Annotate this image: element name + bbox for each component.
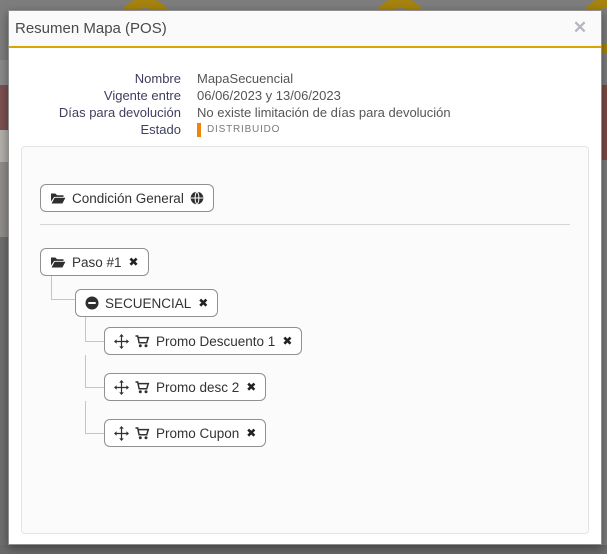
- move-icon[interactable]: [114, 334, 129, 349]
- tree-connector: [85, 341, 104, 342]
- remove-icon[interactable]: ✖: [246, 380, 256, 394]
- node-label: Promo Descuento 1: [156, 334, 275, 349]
- tree-connector: [85, 401, 86, 433]
- close-button[interactable]: ✕: [569, 17, 591, 39]
- move-icon[interactable]: [114, 426, 129, 441]
- remove-icon[interactable]: ✖: [198, 296, 208, 310]
- modal-title: Resumen Mapa (POS): [9, 20, 167, 37]
- detail-label: Estado: [9, 121, 181, 138]
- remove-icon[interactable]: ✖: [282, 334, 292, 348]
- tree-connector: [85, 317, 86, 341]
- remove-icon[interactable]: ✖: [246, 426, 256, 440]
- detail-value: No existe limitación de días para devolu…: [197, 104, 601, 121]
- map-tree-panel: Condición General Paso #1 ✖: [21, 146, 589, 534]
- tree-connector: [85, 355, 86, 387]
- cart-icon: [135, 381, 150, 394]
- cart-icon: [135, 335, 150, 348]
- remove-icon[interactable]: ✖: [129, 255, 139, 269]
- close-icon: ✕: [573, 18, 587, 38]
- move-icon[interactable]: [114, 380, 129, 395]
- status-cell: DISTRIBUIDO: [197, 121, 601, 138]
- node-label: Paso #1: [72, 255, 122, 270]
- node-label: Condición General: [72, 191, 184, 206]
- status-color-bar: [197, 123, 201, 137]
- node-paso-1[interactable]: Paso #1 ✖: [40, 248, 149, 276]
- tree-connector: [85, 387, 104, 388]
- node-promo-cupon[interactable]: Promo Cupon ✖: [104, 419, 266, 447]
- node-secuencial[interactable]: SECUENCIAL ✖: [75, 289, 218, 317]
- folder-open-icon: [50, 256, 66, 269]
- detail-label: Vigente entre: [9, 87, 181, 104]
- node-label: Promo desc 2: [156, 380, 239, 395]
- detail-label: Nombre: [9, 70, 181, 87]
- minus-circle-icon: [85, 296, 99, 310]
- modal-header: Resumen Mapa (POS) ✕: [9, 11, 601, 48]
- detail-label: Días para devolución: [9, 104, 181, 121]
- backdrop-fragment: [0, 545, 607, 554]
- node-promo-descuento-1[interactable]: Promo Descuento 1 ✖: [104, 327, 302, 355]
- cart-icon: [135, 427, 150, 440]
- detail-value: 06/06/2023 y 13/06/2023: [197, 87, 601, 104]
- node-promo-desc-2[interactable]: Promo desc 2 ✖: [104, 373, 266, 401]
- backdrop-fragment: [602, 85, 607, 160]
- globe-icon: [190, 191, 204, 205]
- node-label: SECUENCIAL: [105, 296, 191, 311]
- tree-connector: [85, 433, 104, 434]
- detail-value: MapaSecuencial: [197, 70, 601, 87]
- node-label: Promo Cupon: [156, 426, 239, 441]
- folder-open-icon: [50, 192, 66, 205]
- tree-connector: [51, 276, 52, 299]
- status-badge: DISTRIBUIDO: [207, 121, 280, 138]
- details-section: Nombre MapaSecuencial Vigente entre 06/0…: [9, 70, 601, 138]
- node-condicion-general[interactable]: Condición General: [40, 184, 214, 212]
- summary-modal: Resumen Mapa (POS) ✕ Nombre MapaSecuenci…: [8, 10, 602, 545]
- tree-divider: [40, 224, 570, 225]
- tree-connector: [51, 299, 75, 300]
